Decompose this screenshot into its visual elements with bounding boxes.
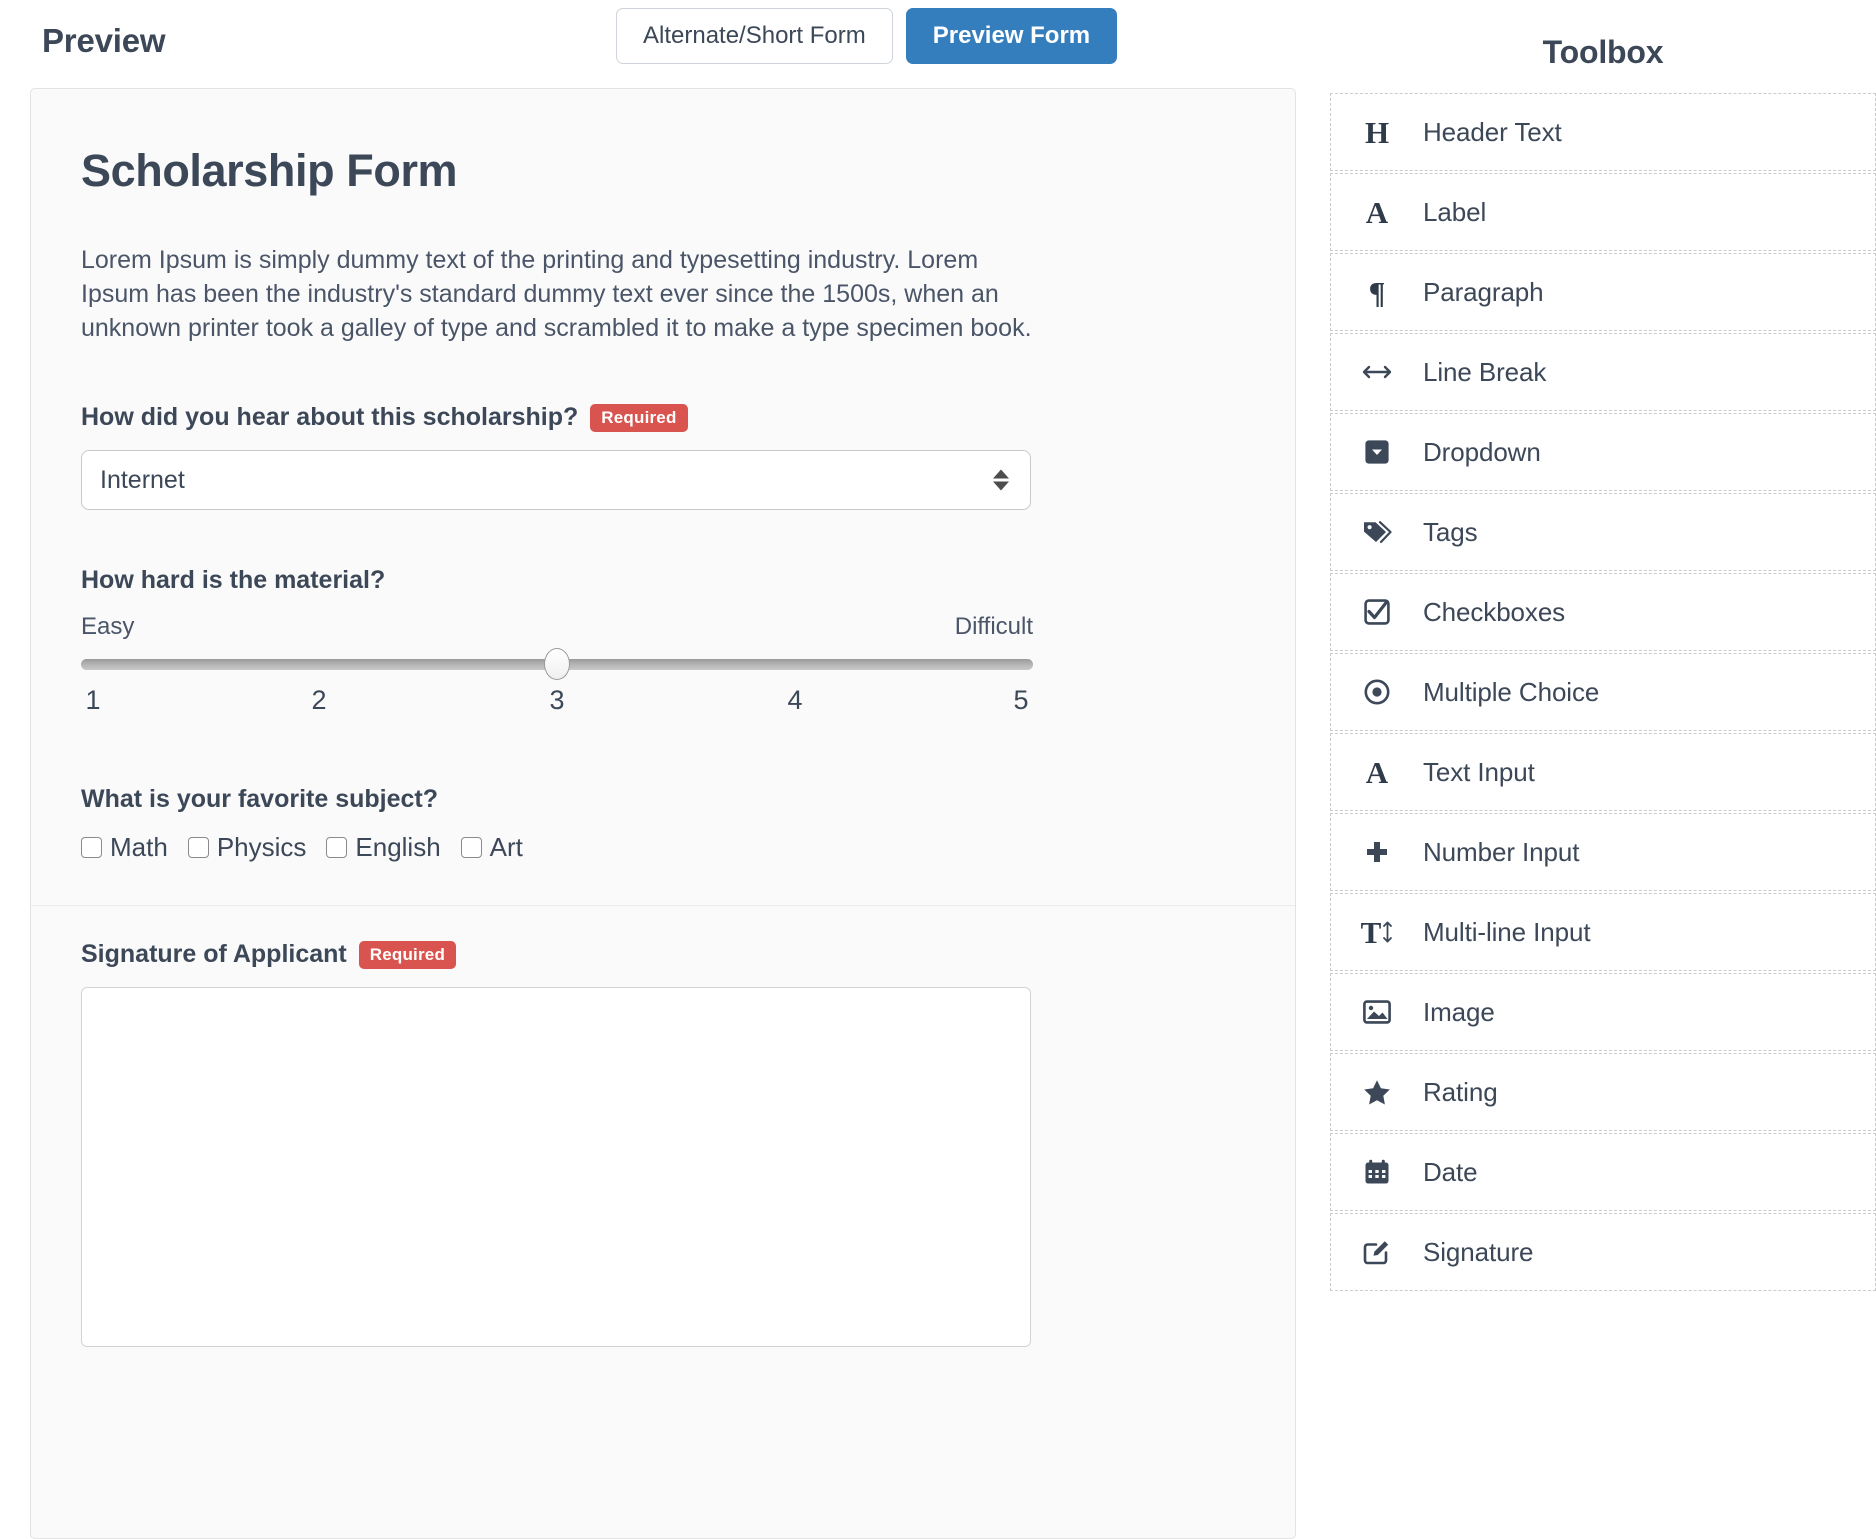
multiple-choice-icon bbox=[1331, 679, 1423, 705]
toolbox-item-label: Number Input bbox=[1423, 837, 1579, 868]
slider-max-label: Difficult bbox=[955, 613, 1033, 641]
signature-pad[interactable] bbox=[81, 987, 1031, 1347]
toolbox-item-header-text[interactable]: HHeader Text bbox=[1330, 93, 1876, 171]
slider-tick-3: 3 bbox=[549, 685, 564, 716]
preview-form-button[interactable]: Preview Form bbox=[906, 8, 1117, 64]
toolbox-item-dropdown[interactable]: Dropdown bbox=[1330, 413, 1876, 491]
alternate-short-form-button[interactable]: Alternate/Short Form bbox=[616, 8, 893, 64]
toolbar-actions: Alternate/Short Form Preview Form bbox=[616, 8, 1117, 64]
toolbox-item-tags[interactable]: Tags bbox=[1330, 493, 1876, 571]
checkbox-option[interactable]: Art bbox=[461, 832, 523, 863]
toolbox-item-text-input[interactable]: AText Input bbox=[1330, 733, 1876, 811]
slider-tick-labels: 1 2 3 4 5 bbox=[81, 685, 1033, 725]
checkbox-field-group: What is your favorite subject? Math Physi… bbox=[81, 785, 1245, 863]
label-icon: A bbox=[1331, 197, 1423, 228]
signature-field-group: Signature of Applicant Required bbox=[31, 905, 1295, 1347]
slider-tick-5: 5 bbox=[1013, 685, 1028, 716]
slider-end-labels: Easy Difficult bbox=[81, 613, 1033, 641]
slider-min-label: Easy bbox=[81, 613, 134, 641]
dropdown-field-label-row: How did you hear about this scholarship?… bbox=[81, 403, 1245, 432]
toolbox-item-signature[interactable]: Signature bbox=[1330, 1213, 1876, 1291]
signature-icon bbox=[1331, 1239, 1423, 1265]
dropdown-select[interactable]: Internet bbox=[81, 450, 1031, 510]
toolbox-item-label: Rating bbox=[1423, 1077, 1498, 1108]
toolbox-list: HHeader TextALabel¶ParagraphLine BreakDr… bbox=[1330, 93, 1876, 1291]
toolbox-panel: Toolbox HHeader TextALabel¶ParagraphLine… bbox=[1330, 0, 1876, 1539]
paragraph-icon: ¶ bbox=[1331, 277, 1423, 308]
rating-icon bbox=[1331, 1079, 1423, 1106]
checkbox-input[interactable] bbox=[326, 837, 347, 858]
toolbox-item-label: Multiple Choice bbox=[1423, 677, 1599, 708]
toolbox-item-date[interactable]: Date bbox=[1330, 1133, 1876, 1211]
date-icon bbox=[1331, 1159, 1423, 1185]
toolbox-item-multi-line-input[interactable]: TMulti-line Input bbox=[1330, 893, 1876, 971]
toolbox-item-label: Checkboxes bbox=[1423, 597, 1565, 628]
toolbox-item-label: Paragraph bbox=[1423, 277, 1544, 308]
slider-tick-4: 4 bbox=[787, 685, 802, 716]
checkbox-options: Math Physics English Art bbox=[81, 832, 1245, 863]
number-input-icon bbox=[1331, 839, 1423, 865]
toolbox-item-label: Text Input bbox=[1423, 757, 1535, 788]
checkbox-input[interactable] bbox=[461, 837, 482, 858]
toolbox-item-multiple-choice[interactable]: Multiple Choice bbox=[1330, 653, 1876, 731]
status-badge-required: Required bbox=[590, 404, 687, 432]
checkbox-option-label: Art bbox=[490, 832, 523, 863]
toolbox-item-paragraph[interactable]: ¶Paragraph bbox=[1330, 253, 1876, 331]
dropdown-field-label: How did you hear about this scholarship? bbox=[81, 403, 578, 432]
toolbox-item-label: Line Break bbox=[1423, 357, 1546, 388]
slider-control[interactable] bbox=[81, 649, 1033, 679]
checkbox-option-label: Physics bbox=[217, 832, 307, 863]
toolbox-item-label: Tags bbox=[1423, 517, 1478, 548]
toolbox-item-label: Header Text bbox=[1423, 117, 1562, 148]
slider-thumb[interactable] bbox=[544, 648, 570, 680]
app-root: Preview Alternate/Short Form Preview For… bbox=[0, 0, 1876, 1539]
line-break-icon bbox=[1331, 362, 1423, 382]
toolbox-item-number-input[interactable]: Number Input bbox=[1330, 813, 1876, 891]
checkbox-field-label: What is your favorite subject? bbox=[81, 785, 1245, 814]
toolbox-item-label: Image bbox=[1423, 997, 1495, 1028]
form-body: Scholarship Form Lorem Ipsum is simply d… bbox=[31, 89, 1295, 1347]
form-description: Lorem Ipsum is simply dummy text of the … bbox=[81, 243, 1041, 345]
slider-tick-1: 1 bbox=[85, 685, 100, 716]
checkboxes-icon bbox=[1331, 599, 1423, 625]
toolbox-item-line-break[interactable]: Line Break bbox=[1330, 333, 1876, 411]
toolbox-item-image[interactable]: Image bbox=[1330, 973, 1876, 1051]
toolbox-item-label: Label bbox=[1423, 197, 1486, 228]
toolbox-item-checkboxes[interactable]: Checkboxes bbox=[1330, 573, 1876, 651]
toolbox-title: Toolbox bbox=[1330, 0, 1876, 93]
checkbox-input[interactable] bbox=[188, 837, 209, 858]
image-icon bbox=[1331, 1000, 1423, 1024]
form-title: Scholarship Form bbox=[81, 145, 1245, 197]
toolbox-item-rating[interactable]: Rating bbox=[1330, 1053, 1876, 1131]
toolbox-item-label: Signature bbox=[1423, 1237, 1533, 1268]
slider-tick-2: 2 bbox=[311, 685, 326, 716]
preview-toolbar: Preview Alternate/Short Form Preview For… bbox=[0, 0, 1330, 84]
slider-field-label: How hard is the material? bbox=[81, 566, 1245, 595]
checkbox-option[interactable]: Math bbox=[81, 832, 168, 863]
signature-field-label: Signature of Applicant bbox=[81, 940, 347, 969]
checkbox-option[interactable]: Physics bbox=[188, 832, 307, 863]
slider-field-group: How hard is the material? Easy Difficult… bbox=[81, 566, 1245, 725]
page-title: Preview bbox=[42, 22, 165, 60]
form-preview-card: Scholarship Form Lorem Ipsum is simply d… bbox=[30, 88, 1296, 1539]
toolbox-item-label: Date bbox=[1423, 1157, 1478, 1188]
dropdown-icon bbox=[1331, 439, 1423, 465]
checkbox-option-label: English bbox=[355, 832, 440, 863]
header-text-icon: H bbox=[1331, 117, 1423, 148]
status-badge-required-signature: Required bbox=[359, 941, 456, 969]
multi-line-input-icon: T bbox=[1331, 917, 1423, 948]
toolbox-item-label: Multi-line Input bbox=[1423, 917, 1590, 948]
text-input-icon: A bbox=[1331, 757, 1423, 788]
toolbox-item-label: Dropdown bbox=[1423, 437, 1541, 468]
toolbox-item-label[interactable]: ALabel bbox=[1330, 173, 1876, 251]
checkbox-option-label: Math bbox=[110, 832, 168, 863]
preview-column: Preview Alternate/Short Form Preview For… bbox=[0, 0, 1330, 1539]
checkbox-option[interactable]: English bbox=[326, 832, 440, 863]
dropdown-select-wrapper[interactable]: Internet bbox=[81, 450, 1031, 510]
checkbox-input[interactable] bbox=[81, 837, 102, 858]
tags-icon bbox=[1331, 519, 1423, 545]
signature-field-label-row: Signature of Applicant Required bbox=[81, 940, 1245, 969]
dropdown-field-group: How did you hear about this scholarship?… bbox=[81, 403, 1245, 510]
